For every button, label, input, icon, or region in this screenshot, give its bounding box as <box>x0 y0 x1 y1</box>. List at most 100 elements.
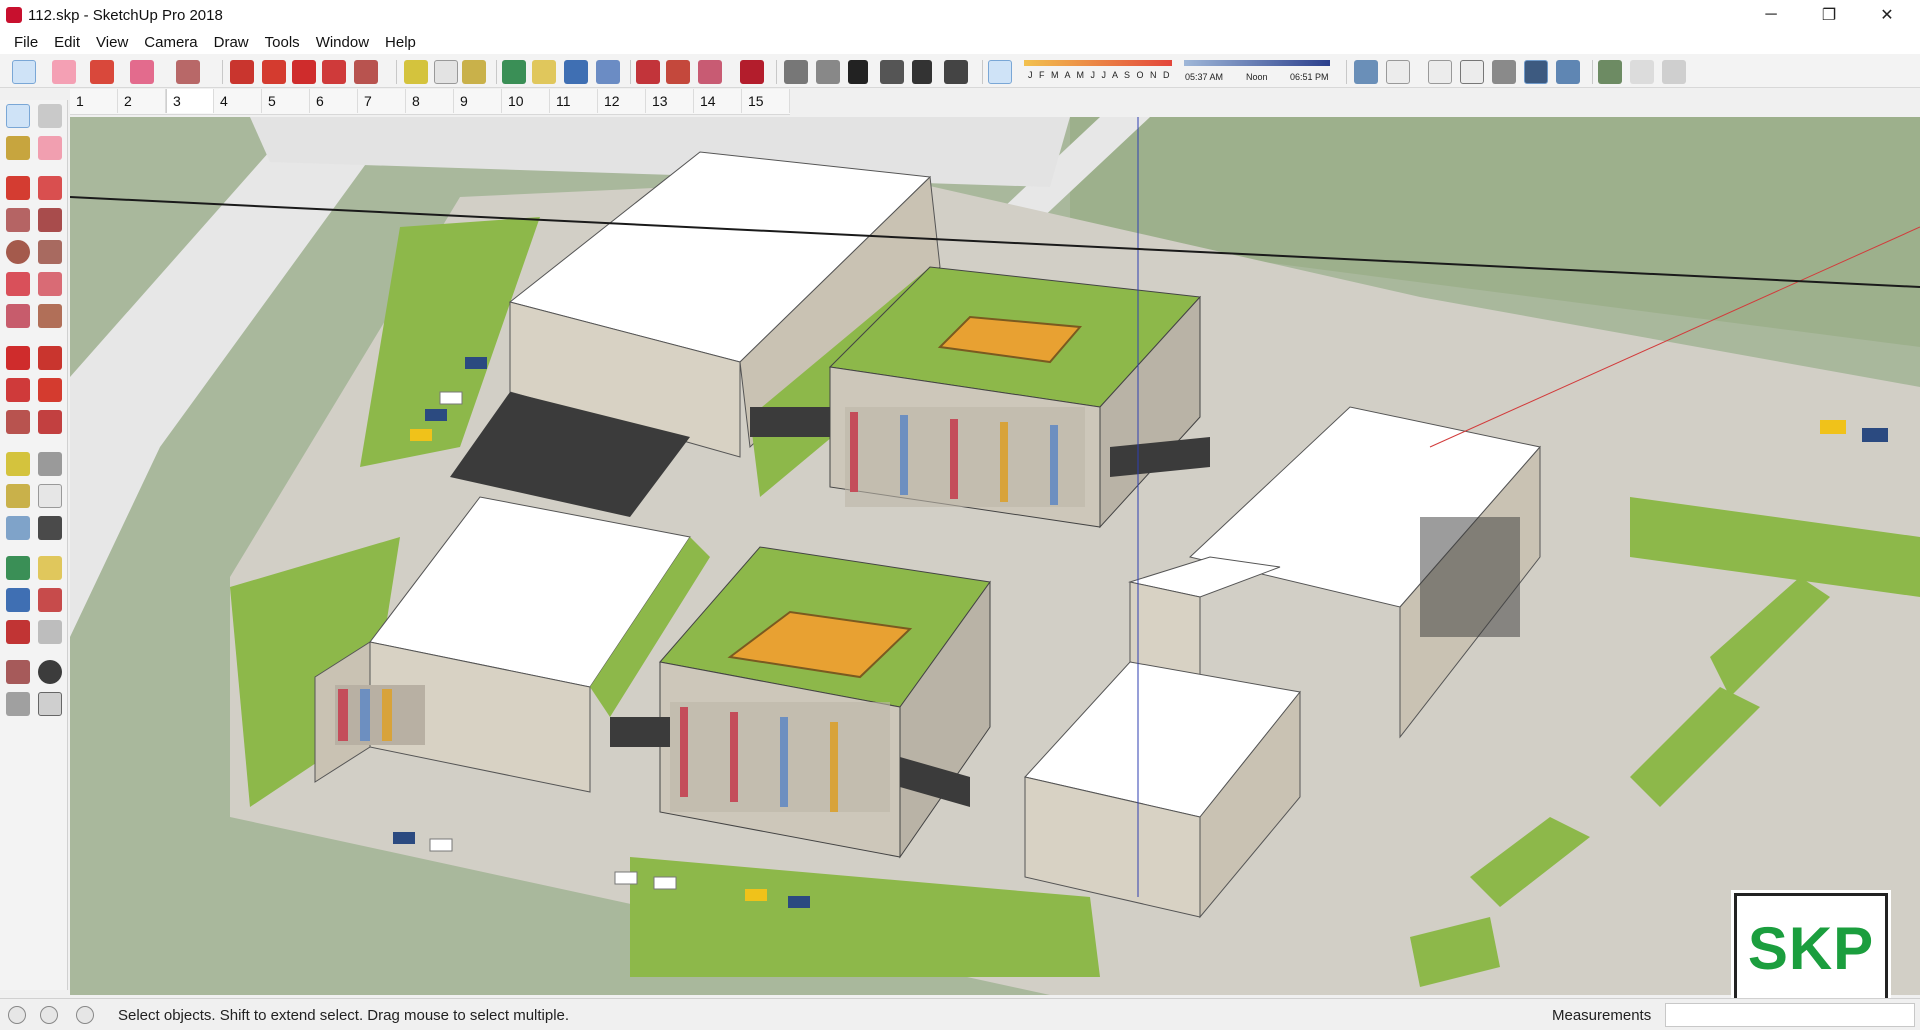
component-tool-icon[interactable] <box>38 104 62 128</box>
shadow-time-slider[interactable] <box>1184 60 1330 66</box>
scale-tool-icon[interactable] <box>6 410 30 434</box>
zoom-icon[interactable] <box>564 60 588 84</box>
rotate-tool-icon[interactable] <box>6 378 30 402</box>
menu-tools[interactable]: Tools <box>257 34 308 51</box>
pencil-icon[interactable] <box>90 60 114 84</box>
scene-tab-14[interactable]: 14 <box>694 89 742 113</box>
axes-alt-tool-icon[interactable] <box>6 516 30 540</box>
measurements-input[interactable] <box>1665 1003 1915 1027</box>
scene-tab-8[interactable]: 8 <box>406 89 454 113</box>
scene-tab-11[interactable]: 11 <box>550 89 598 113</box>
eraser-icon[interactable] <box>52 60 76 84</box>
menu-camera[interactable]: Camera <box>136 34 205 51</box>
eraser-tool-icon[interactable] <box>38 136 62 160</box>
zoom-tool-icon[interactable] <box>6 588 30 612</box>
previous-view-tool-icon[interactable] <box>38 620 62 644</box>
pie-alt-tool-icon[interactable] <box>38 304 62 328</box>
scene-tab-2[interactable]: 2 <box>118 89 166 113</box>
tape-measure-tool-icon[interactable] <box>6 452 30 476</box>
pencil-tool-icon[interactable] <box>6 176 30 200</box>
scene-tab-12[interactable]: 12 <box>598 89 646 113</box>
move-icon[interactable] <box>292 60 316 84</box>
menu-view[interactable]: View <box>88 34 136 51</box>
orbit-icon[interactable] <box>502 60 526 84</box>
arc-3pt-tool-icon[interactable] <box>38 272 62 296</box>
scene-tab-4[interactable]: 4 <box>214 89 262 113</box>
location-icon[interactable] <box>1598 60 1622 84</box>
scene-tab-13[interactable]: 13 <box>646 89 694 113</box>
pan-icon[interactable] <box>532 60 556 84</box>
menu-draw[interactable]: Draw <box>206 34 257 51</box>
monochrome-icon[interactable] <box>1556 60 1580 84</box>
user-account-icon[interactable] <box>76 1006 94 1024</box>
wireframe-icon[interactable] <box>1428 60 1452 84</box>
push-pull-tool-icon[interactable] <box>38 346 62 370</box>
right-view-icon[interactable] <box>880 60 904 84</box>
iso-view-icon[interactable] <box>784 60 808 84</box>
hidden-line-icon[interactable] <box>1460 60 1484 84</box>
component-icon[interactable] <box>666 60 690 84</box>
section-plane-tool-icon[interactable] <box>38 516 62 540</box>
axes-tool-icon[interactable] <box>38 452 62 476</box>
terrain-icon[interactable] <box>1662 60 1686 84</box>
scene-tab-6[interactable]: 6 <box>310 89 358 113</box>
close-button[interactable]: ✕ <box>1864 0 1910 30</box>
zoom-extents-tool-icon[interactable] <box>6 620 30 644</box>
back-view-icon[interactable] <box>912 60 932 84</box>
top-view-icon[interactable] <box>816 60 840 84</box>
move-tool-icon[interactable] <box>6 346 30 370</box>
freehand-tool-icon[interactable] <box>38 176 62 200</box>
text-tool-icon[interactable] <box>38 484 62 508</box>
extension-icon[interactable] <box>698 60 722 84</box>
rectangle-icon[interactable] <box>176 60 200 84</box>
push-pull-icon[interactable] <box>230 60 254 84</box>
modeling-viewport[interactable] <box>70 117 1920 995</box>
paint-icon[interactable] <box>462 60 486 84</box>
menu-window[interactable]: Window <box>308 34 377 51</box>
credits-icon[interactable] <box>40 1006 58 1024</box>
scene-tab-10[interactable]: 10 <box>502 89 550 113</box>
menu-edit[interactable]: Edit <box>46 34 88 51</box>
scene-tab-15[interactable]: 15 <box>742 89 790 113</box>
tape-measure-icon[interactable] <box>404 60 428 84</box>
scale-icon[interactable] <box>354 60 378 84</box>
text-icon[interactable] <box>434 60 458 84</box>
shaded-icon[interactable] <box>1492 60 1516 84</box>
left-view-icon[interactable] <box>944 60 968 84</box>
xray-icon[interactable] <box>1354 60 1378 84</box>
scene-tab-9[interactable]: 9 <box>454 89 502 113</box>
rotated-rectangle-tool-icon[interactable] <box>38 208 62 232</box>
menu-help[interactable]: Help <box>377 34 424 51</box>
circle-tool-icon[interactable] <box>6 240 30 264</box>
ruby-icon[interactable] <box>740 60 764 84</box>
scene-tab-3[interactable]: 3 <box>166 89 214 113</box>
arc-tool-icon[interactable] <box>6 272 30 296</box>
textured-icon[interactable] <box>1524 60 1548 84</box>
pie-tool-icon[interactable] <box>6 304 30 328</box>
maximize-button[interactable]: ❐ <box>1806 0 1852 30</box>
dimension-tool-icon[interactable] <box>6 484 30 508</box>
scene-tab-1[interactable]: 1 <box>70 89 118 113</box>
back-edges-icon[interactable] <box>1386 60 1410 84</box>
sandbox-icon[interactable] <box>1630 60 1654 84</box>
geolocation-icon[interactable] <box>8 1006 26 1024</box>
pan-tool-icon[interactable] <box>38 556 62 580</box>
rectangle-tool-icon[interactable] <box>6 208 30 232</box>
offset-tool-icon[interactable] <box>38 410 62 434</box>
orbit-tool-icon[interactable] <box>6 556 30 580</box>
follow-me-icon[interactable] <box>262 60 286 84</box>
follow-me-tool-icon[interactable] <box>38 378 62 402</box>
sandbox-tool-icon[interactable] <box>38 692 62 716</box>
select-tool-icon[interactable] <box>6 104 30 128</box>
polygon-tool-icon[interactable] <box>38 240 62 264</box>
walk-tool-icon[interactable] <box>6 692 30 716</box>
zoom-extents-icon[interactable] <box>596 60 620 84</box>
select-icon[interactable] <box>12 60 36 84</box>
paint-bucket-tool-icon[interactable] <box>6 136 30 160</box>
arc-icon[interactable] <box>130 60 154 84</box>
front-view-icon[interactable] <box>848 60 868 84</box>
look-around-tool-icon[interactable] <box>38 660 62 684</box>
shadows-icon[interactable] <box>988 60 1012 84</box>
menu-file[interactable]: File <box>6 34 46 51</box>
scene-tab-5[interactable]: 5 <box>262 89 310 113</box>
